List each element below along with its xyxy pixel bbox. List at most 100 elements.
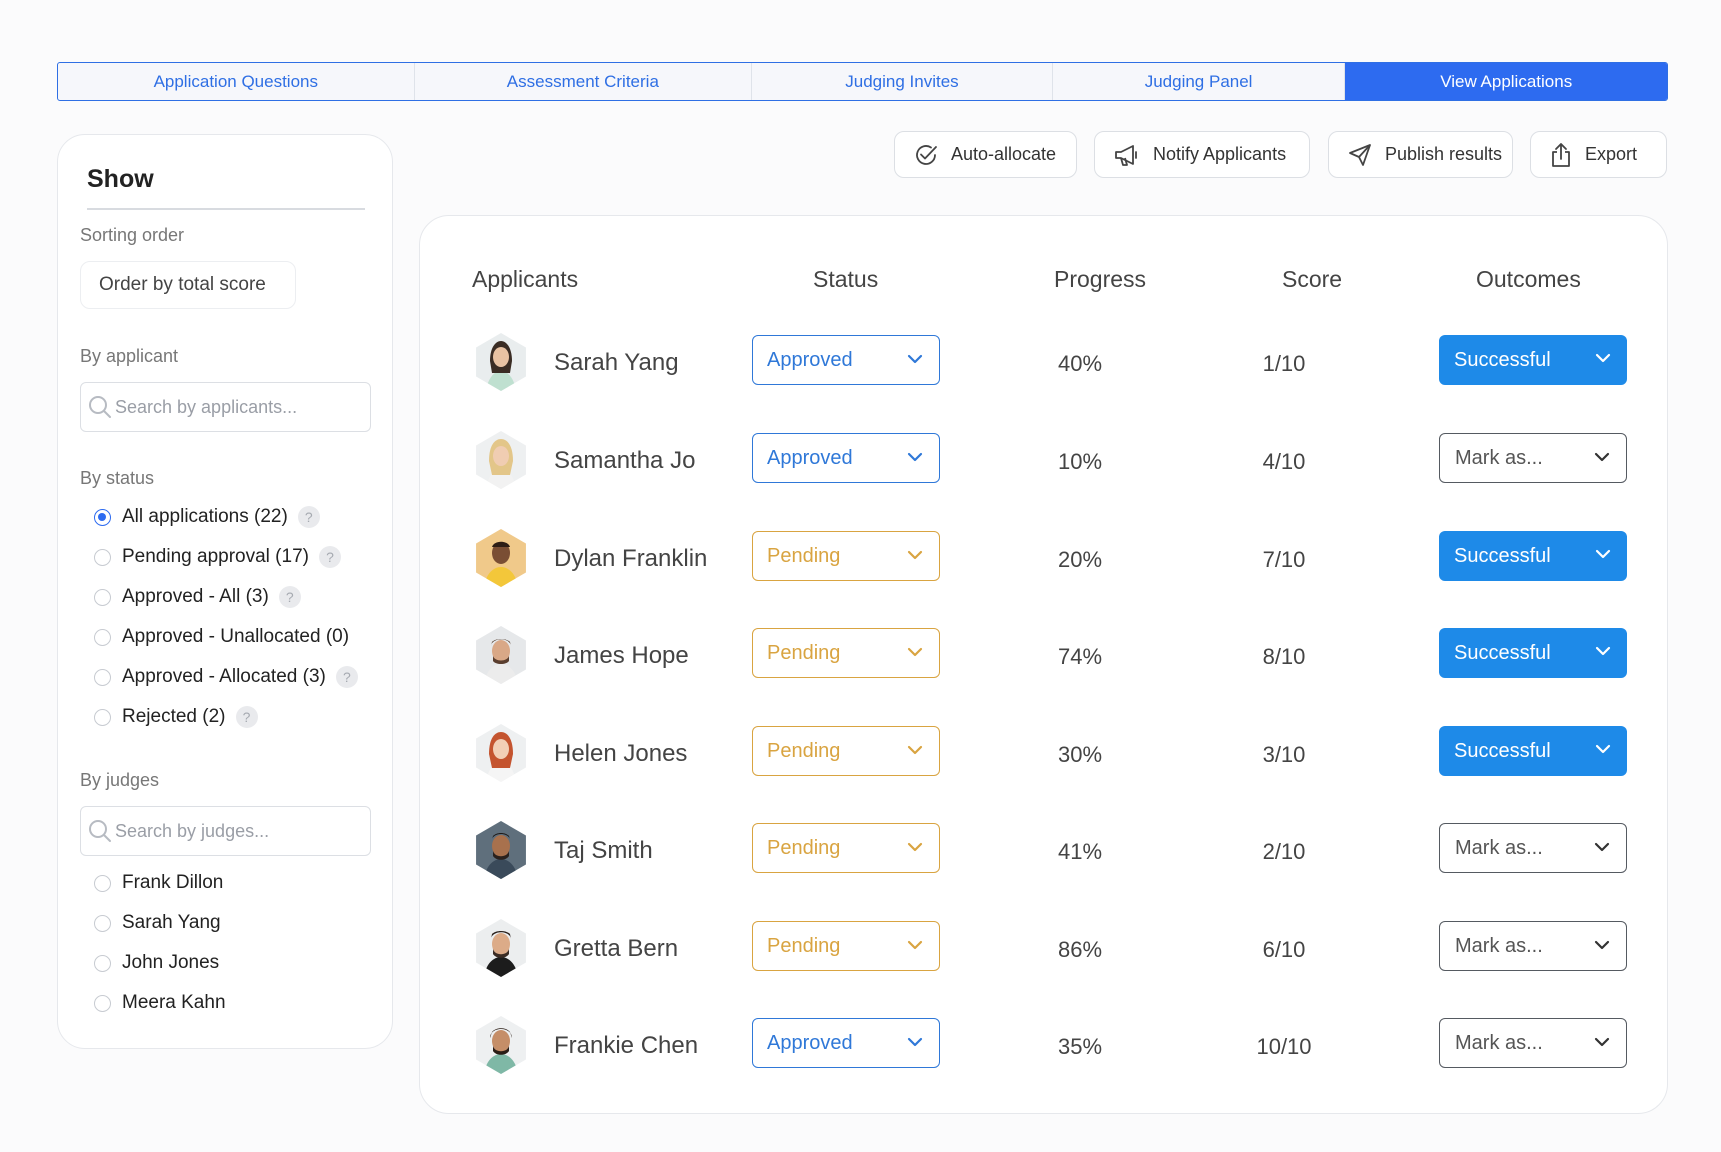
status-option-label: All applications (22) xyxy=(122,506,288,527)
tab-judging-panel[interactable]: Judging Panel xyxy=(1053,63,1346,100)
by-applicant-label: By applicant xyxy=(80,346,179,366)
outcome-value: Mark as... xyxy=(1455,934,1543,957)
notify-applicants-button[interactable]: Notify Applicants xyxy=(1094,131,1310,178)
applicant-search-input[interactable] xyxy=(115,396,355,418)
status-dropdown[interactable]: Approved xyxy=(752,335,940,385)
radio[interactable] xyxy=(94,914,111,932)
tab-judging-invites[interactable]: Judging Invites xyxy=(752,63,1053,100)
status-dropdown[interactable]: Approved xyxy=(752,433,940,483)
radio[interactable] xyxy=(94,628,111,646)
outcome-dropdown[interactable]: Mark as... xyxy=(1439,1018,1627,1068)
status-dropdown[interactable]: Approved xyxy=(752,1018,940,1068)
sort-order-button[interactable]: Order by total score xyxy=(80,261,296,309)
judge-option[interactable]: John Jones xyxy=(94,952,219,974)
score-value: 3/10 xyxy=(1262,742,1306,767)
outcome-value: Successful xyxy=(1454,641,1551,664)
outcome-value: Successful xyxy=(1454,544,1551,567)
judge-option[interactable]: Sarah Yang xyxy=(94,912,221,934)
status-value: Pending xyxy=(767,544,841,567)
status-dropdown[interactable]: Pending xyxy=(752,628,940,678)
score-value: 1/10 xyxy=(1262,351,1306,376)
judges-search-input[interactable] xyxy=(115,820,355,842)
status-option-label: Rejected (2) xyxy=(122,706,226,727)
progress-value: 35% xyxy=(1057,1034,1103,1059)
tab-application-questions[interactable]: Application Questions xyxy=(58,63,415,100)
chevron-down-icon xyxy=(1594,452,1610,462)
outcome-value: Mark as... xyxy=(1455,836,1543,859)
outcome-dropdown[interactable]: Mark as... xyxy=(1439,823,1627,873)
avatar xyxy=(472,919,530,977)
help-icon[interactable]: ? xyxy=(297,506,320,528)
outcome-value: Mark as... xyxy=(1455,1031,1543,1054)
help-icon[interactable]: ? xyxy=(235,706,258,728)
avatar xyxy=(472,529,530,587)
status-option-pending[interactable]: Pending approval (17) ? xyxy=(94,546,341,568)
by-status-label: By status xyxy=(80,468,155,488)
radio[interactable] xyxy=(94,994,111,1012)
status-option-rejected[interactable]: Rejected (2) ? xyxy=(94,706,258,728)
score-value: 2/10 xyxy=(1262,839,1306,864)
applicant-name: James Hope xyxy=(554,642,689,669)
notify-applicants-label: Notify Applicants xyxy=(1153,144,1287,164)
applicant-name: Gretta Bern xyxy=(554,935,679,962)
applicant-name: Taj Smith xyxy=(554,837,653,864)
chevron-down-icon xyxy=(907,452,923,462)
radio[interactable] xyxy=(94,588,111,606)
outcome-dropdown[interactable]: Successful xyxy=(1439,726,1627,776)
status-option-all[interactable]: All applications (22) ? xyxy=(94,506,320,528)
outcome-dropdown[interactable]: Successful xyxy=(1439,531,1627,581)
progress-value: 41% xyxy=(1057,839,1103,864)
help-icon[interactable]: ? xyxy=(318,546,341,568)
by-judges-label: By judges xyxy=(80,770,160,790)
outcome-dropdown[interactable]: Mark as... xyxy=(1439,433,1627,483)
outcome-value: Successful xyxy=(1454,348,1551,371)
radio[interactable] xyxy=(94,548,111,566)
applicant-name: Dylan Franklin xyxy=(554,545,708,572)
radio[interactable] xyxy=(94,708,111,726)
radio-selected[interactable] xyxy=(94,508,111,526)
outcome-dropdown[interactable]: Successful xyxy=(1439,628,1627,678)
progress-value: 20% xyxy=(1057,547,1103,572)
score-value: 10/10 xyxy=(1256,1034,1312,1059)
judges-search-field[interactable] xyxy=(80,806,371,856)
export-button[interactable]: Export xyxy=(1530,131,1667,178)
progress-value: 10% xyxy=(1057,449,1103,474)
outcome-dropdown[interactable]: Successful xyxy=(1439,335,1627,385)
applicant-search-field[interactable] xyxy=(80,382,371,432)
sidebar-title: Show xyxy=(87,165,154,193)
table-row: Dylan Franklin Pending 20% 7/10 Successf… xyxy=(420,523,1667,593)
auto-allocate-button[interactable]: Auto-allocate xyxy=(894,131,1077,178)
judge-option[interactable]: Meera Kahn xyxy=(94,992,226,1014)
status-dropdown[interactable]: Pending xyxy=(752,726,940,776)
tab-assessment-criteria[interactable]: Assessment Criteria xyxy=(415,63,753,100)
help-icon[interactable]: ? xyxy=(278,586,301,608)
megaphone-icon xyxy=(1115,144,1137,166)
chevron-down-icon xyxy=(1595,353,1611,363)
tab-view-applications[interactable]: View Applications xyxy=(1345,63,1667,100)
help-icon[interactable]: ? xyxy=(335,666,358,688)
chevron-down-icon xyxy=(907,647,923,657)
radio[interactable] xyxy=(94,954,111,972)
outcome-dropdown[interactable]: Mark as... xyxy=(1439,921,1627,971)
status-dropdown[interactable]: Pending xyxy=(752,921,940,971)
status-option-approved-all[interactable]: Approved - All (3) ? xyxy=(94,586,301,608)
filter-sidebar: Show Sorting order Order by total score … xyxy=(57,134,393,1049)
chevron-down-icon xyxy=(1595,744,1611,754)
publish-results-button[interactable]: Publish results xyxy=(1328,131,1513,178)
status-dropdown[interactable]: Pending xyxy=(752,531,940,581)
sidebar-divider xyxy=(87,208,365,210)
outcome-value: Mark as... xyxy=(1455,446,1543,469)
radio[interactable] xyxy=(94,668,111,686)
status-option-approved-unallocated[interactable]: Approved - Unallocated (0) xyxy=(94,626,349,648)
header-status: Status xyxy=(813,266,879,292)
header-outcomes: Outcomes xyxy=(1476,266,1581,292)
status-dropdown[interactable]: Pending xyxy=(752,823,940,873)
chevron-down-icon xyxy=(907,354,923,364)
score-value: 6/10 xyxy=(1262,937,1306,962)
status-value: Pending xyxy=(767,934,841,957)
radio[interactable] xyxy=(94,874,111,892)
judge-option[interactable]: Frank Dillon xyxy=(94,872,223,894)
avatar xyxy=(472,626,530,684)
status-option-approved-allocated[interactable]: Approved - Allocated (3) ? xyxy=(94,666,358,688)
check-circle-icon xyxy=(916,144,937,165)
